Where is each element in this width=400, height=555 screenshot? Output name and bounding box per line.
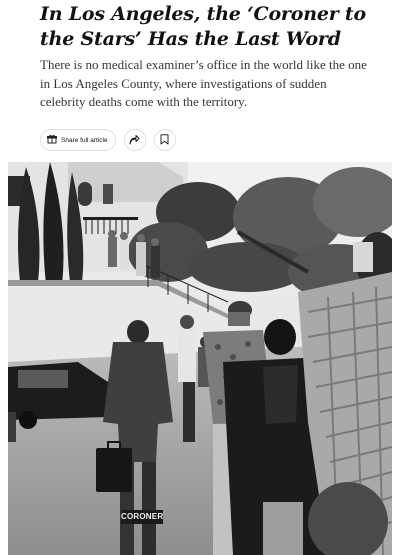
- share-full-article-label: Share full article: [61, 136, 108, 144]
- article-headline: In Los Angeles, the ‘Coroner to the Star…: [40, 3, 366, 50]
- divider: [40, 158, 360, 159]
- bookmark-icon: [160, 133, 169, 148]
- coroner-jacket-text: CORONER: [121, 510, 163, 524]
- article-photo: CORONER: [8, 162, 392, 555]
- share-full-article-button[interactable]: Share full article: [40, 129, 116, 151]
- article-toolbar: Share full article: [40, 128, 176, 152]
- gift-icon: [47, 134, 57, 146]
- share-arrow-icon: [129, 133, 140, 148]
- share-button[interactable]: [123, 129, 146, 151]
- article-summary: There is no medical examiner’s office in…: [40, 57, 367, 109]
- save-button[interactable]: [153, 129, 176, 151]
